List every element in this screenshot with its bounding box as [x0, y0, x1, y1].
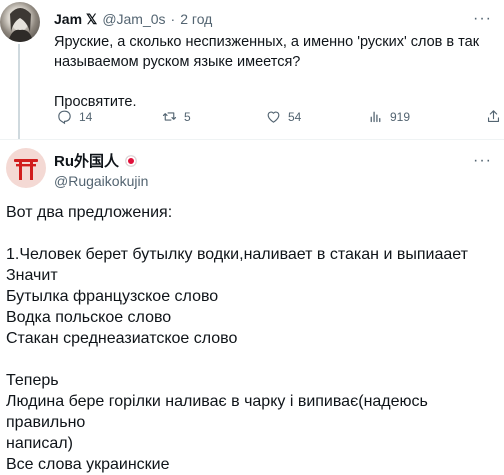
reply-line: Значит [6, 267, 58, 284]
x-badge-icon: 𝕏 [86, 11, 98, 27]
thread-line [18, 44, 20, 140]
like-button[interactable]: 54 [265, 108, 301, 125]
share-button[interactable] [485, 108, 502, 125]
tweet-actions: 14 5 54 919 [54, 108, 504, 130]
tweet-text: Яруские, а сколько неспизженных, а именн… [54, 32, 496, 112]
reply-line: Теперь [6, 372, 59, 389]
tweet-divider [0, 139, 504, 140]
reply-line: Стакан среднеазиатское слово [6, 330, 238, 347]
author-name-row: Ru外国人 [54, 150, 496, 171]
retweet-icon [162, 112, 177, 121]
torii-icon [14, 159, 38, 180]
tweet-header: Jam 𝕏 @Jam_0s · 2 год [54, 10, 496, 28]
views-count: 919 [390, 109, 411, 124]
author-handle[interactable]: @Rugaikokujin [54, 173, 496, 189]
reply-line: Людина бере горілки наливає в чарку і ви… [6, 393, 428, 431]
reply-line [6, 223, 498, 244]
reply-tweet-header: Ru外国人 @Rugaikokujin ··· [54, 150, 496, 189]
author-name[interactable]: Ru外国人 [54, 150, 119, 171]
avatar-jam[interactable] [0, 2, 40, 42]
reply-line [6, 349, 498, 370]
views-icon [370, 111, 381, 123]
reply-line: Водка польское слово [6, 309, 172, 326]
tweet-text-line: Яруские, а сколько неспизженных, а именн… [54, 34, 480, 50]
avatar-rugaikokujin[interactable] [6, 148, 46, 188]
reply-line: Все слова украинские [6, 456, 170, 473]
like-count: 54 [288, 109, 302, 124]
author-name[interactable]: Jam [54, 10, 82, 28]
parent-tweet: Jam 𝕏 @Jam_0s · 2 год ··· Яруские, а ско… [54, 10, 496, 112]
author-handle[interactable]: @Jam_0s [102, 10, 165, 28]
separator-dot: · [170, 11, 176, 27]
retweet-count: 5 [184, 109, 191, 124]
japan-flag-icon [125, 154, 137, 167]
tweet-time[interactable]: 2 год [180, 10, 212, 28]
reply-tweet-text: Вот два предложения: 1.Человек берет бут… [6, 202, 498, 475]
reply-button[interactable]: 14 [56, 108, 92, 125]
more-options-icon[interactable]: ··· [473, 152, 492, 170]
reply-count: 14 [79, 109, 93, 124]
retweet-button[interactable]: 5 [161, 108, 191, 125]
share-icon [487, 110, 500, 123]
reply-line: Бутылка французское слово [6, 288, 219, 305]
reply-line: написал) [6, 435, 73, 452]
reply-line: 1.Человек берет бутылку водки,наливает в… [6, 246, 468, 263]
reply-icon [58, 110, 71, 125]
views-button[interactable]: 919 [367, 108, 410, 125]
heart-icon [267, 111, 280, 123]
more-options-icon[interactable]: ··· [473, 10, 492, 28]
tweet-text-line: называемом руском языке имеется? [54, 54, 301, 70]
reply-line: Вот два предложения: [6, 204, 173, 221]
